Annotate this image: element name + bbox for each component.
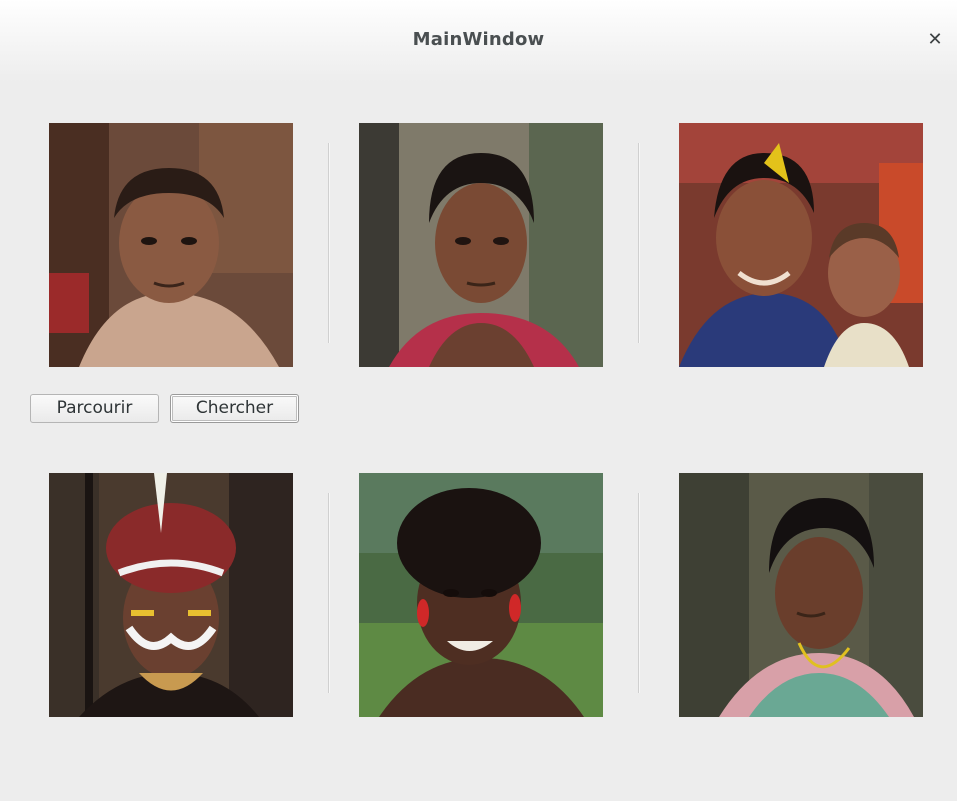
mother-and-baby-image [679,123,923,367]
smiling-man-image [359,473,603,717]
headdress-man-image [49,473,293,717]
older-woman-image [679,473,923,717]
title-bar[interactable]: MainWindow ✕ [0,0,957,82]
main-window: MainWindow ✕ Parcourir Chercher [0,0,957,801]
image-result-6[interactable] [679,473,923,717]
search-button[interactable]: Chercher [170,394,299,423]
image-result-5[interactable] [359,473,603,717]
vertical-separator [328,143,329,343]
close-icon[interactable]: ✕ [924,28,946,52]
child-portrait-image [49,123,293,367]
vertical-separator [638,143,639,343]
woman-portrait-image [359,123,603,367]
image-result-2[interactable] [359,123,603,367]
image-result-1[interactable] [49,123,293,367]
window-title: MainWindow [412,29,545,50]
vertical-separator [638,493,639,693]
vertical-separator [328,493,329,693]
image-result-3[interactable] [679,123,923,367]
browse-button[interactable]: Parcourir [30,394,159,423]
image-result-4[interactable] [49,473,293,717]
